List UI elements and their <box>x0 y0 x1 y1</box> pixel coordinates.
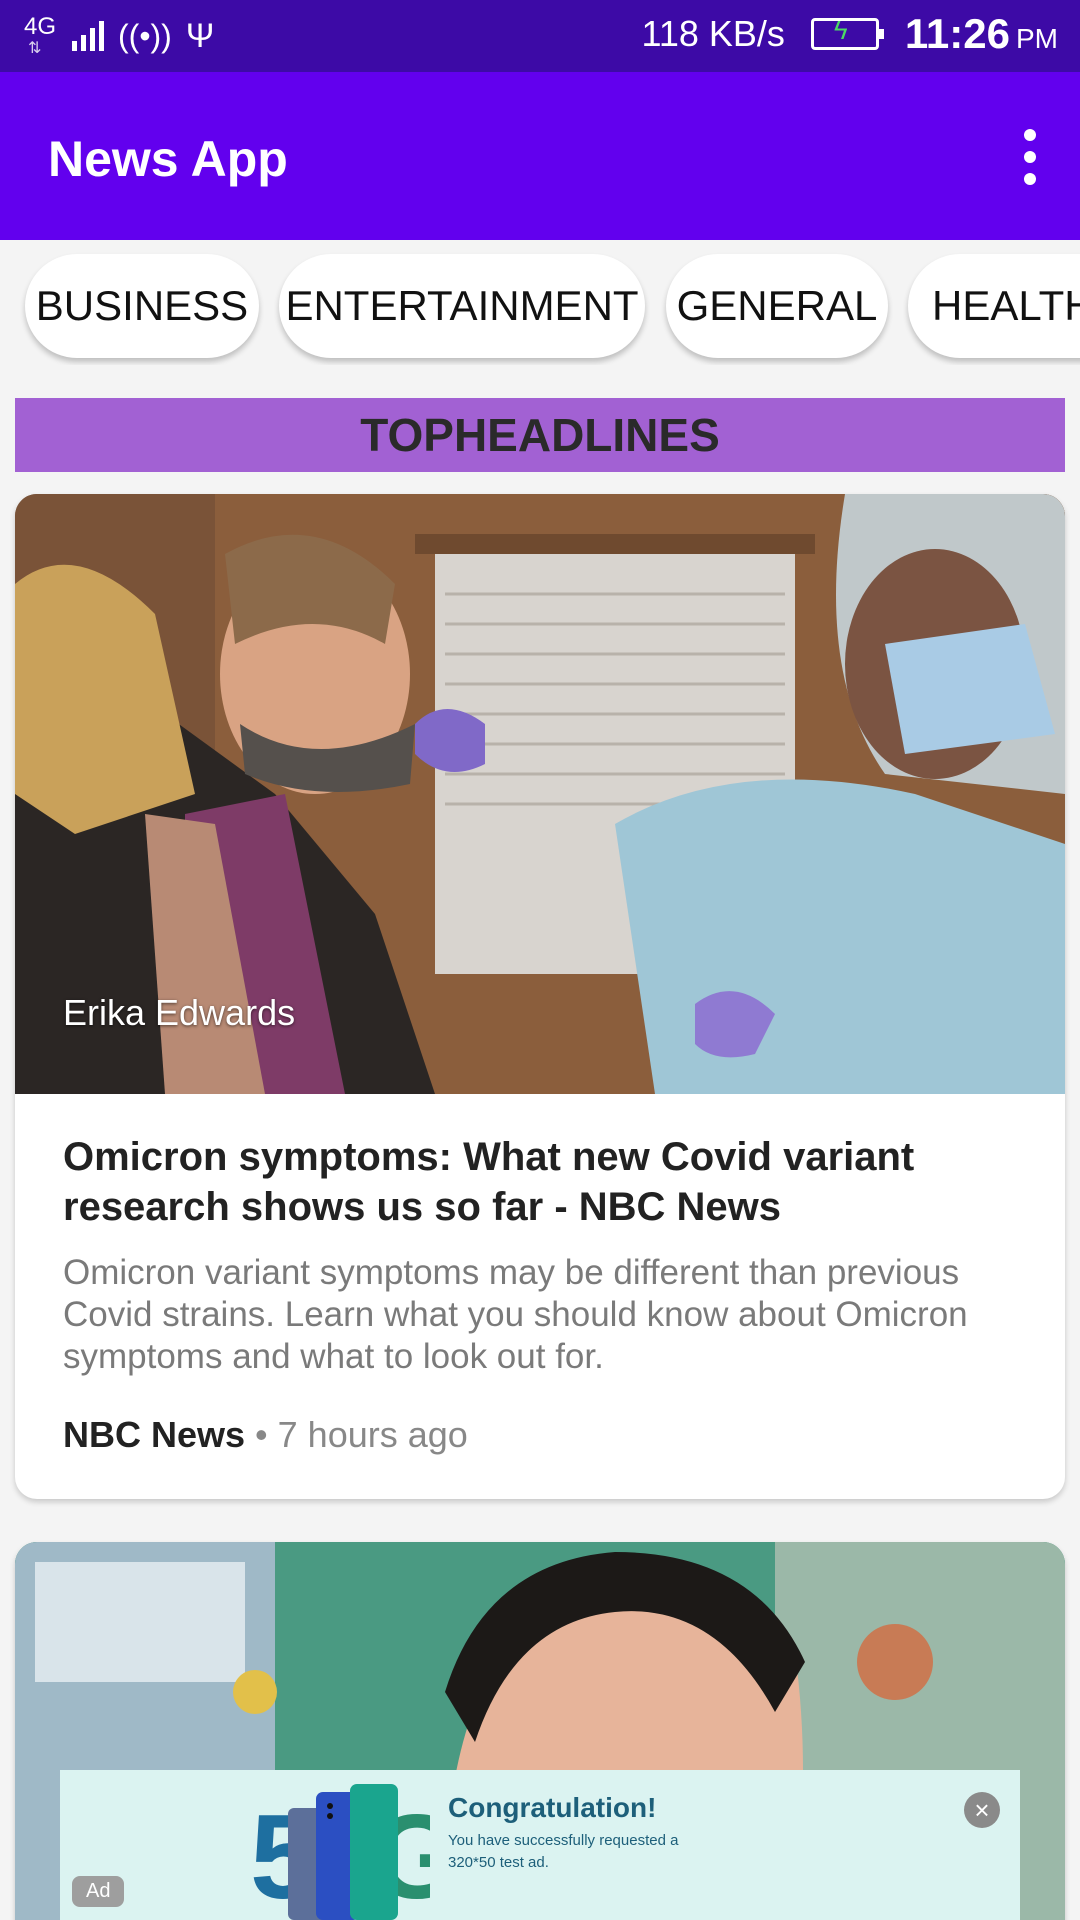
status-icons-left: 4G ⇅ ((•)) Ψ <box>24 12 214 60</box>
article-meta: NBC News • 7 hours ago <box>63 1414 468 1456</box>
category-chips: BUSINESS ENTERTAINMENT GENERAL HEALTH <box>0 240 1080 365</box>
chip-general[interactable]: GENERAL <box>666 254 888 358</box>
ad-banner[interactable]: 5 G Congratulation! You have successfull… <box>60 1770 1020 1920</box>
ad-badge: Ad <box>72 1876 125 1907</box>
usb-icon: Ψ <box>185 16 215 55</box>
ad-close-icon[interactable]: × <box>964 1792 1000 1828</box>
article-title: Omicron symptoms: What new Covid variant… <box>63 1135 915 1229</box>
meta-separator: • <box>255 1414 268 1455</box>
app-title: News App <box>48 131 288 187</box>
hotspot-icon: ((•)) <box>118 17 172 54</box>
clock: 11:26 PM <box>904 10 1058 57</box>
battery-icon: ϟ <box>810 15 884 50</box>
ad-phones-image: 5 G <box>250 1784 430 1920</box>
network-speed: 118 KB/s <box>641 13 785 54</box>
article-source: NBC News <box>63 1414 246 1455</box>
section-header: TOPHEADLINES <box>15 398 1065 472</box>
network-type: 4G <box>24 13 57 40</box>
network-icon: 4G ⇅ <box>24 13 57 58</box>
ad-title: Congratulation! <box>448 1792 657 1823</box>
signal-icon <box>72 21 104 51</box>
article-time: 7 hours ago <box>277 1414 468 1455</box>
chip-health[interactable]: HEALTH <box>908 254 1080 358</box>
status-bar: 4G ⇅ ((•)) Ψ 118 KB/s ϟ 11:26 PM <box>0 0 1080 72</box>
article-image: Erika Edwards <box>15 494 1065 1094</box>
article-description: Omicron variant symptoms may be differen… <box>63 1253 968 1376</box>
app-bar: News App <box>0 72 1080 240</box>
chip-entertainment[interactable]: ENTERTAINMENT <box>279 254 645 358</box>
more-vert-icon[interactable] <box>1010 122 1050 192</box>
article-author: Erika Edwards <box>63 992 296 1033</box>
section-title: TOPHEADLINES <box>360 409 720 461</box>
ad-body: You have successfully requested a 320*50… <box>448 1832 679 1871</box>
status-icons-right: 118 KB/s ϟ 11:26 PM <box>641 10 1058 58</box>
chip-business[interactable]: BUSINESS <box>25 254 259 358</box>
article-card[interactable]: Erika Edwards Omicron symptoms: What new… <box>15 494 1065 1499</box>
